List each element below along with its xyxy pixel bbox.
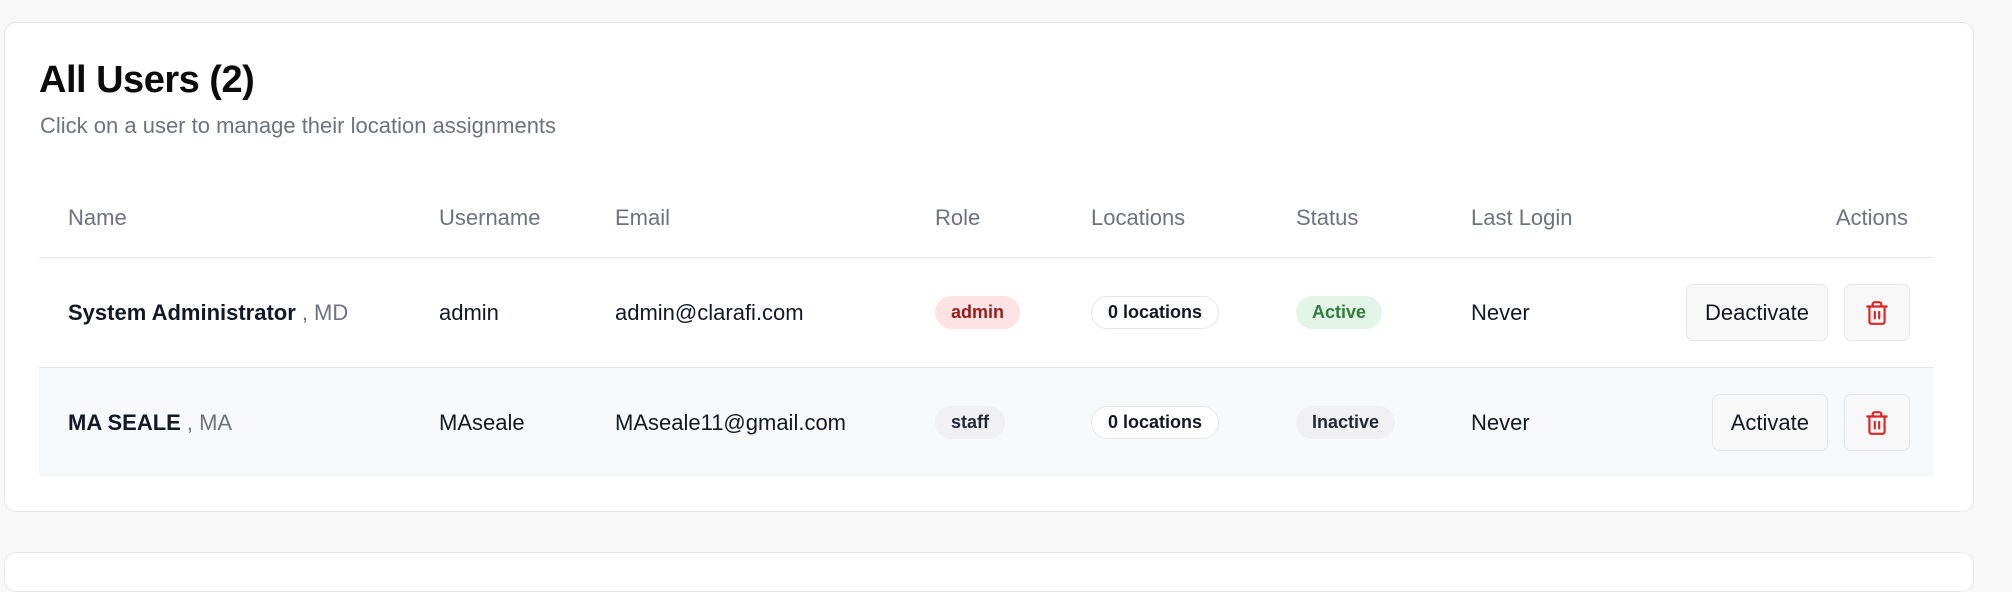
page-title: All Users (2)	[39, 59, 255, 101]
page-subtitle: Click on a user to manage their location…	[40, 113, 557, 138]
column-header-email: Email	[615, 205, 671, 230]
delete-user-button[interactable]	[1844, 394, 1910, 451]
role-badge: admin	[935, 296, 1021, 329]
trash-icon	[1866, 410, 1888, 435]
column-header-role: Role	[935, 205, 981, 230]
table-row[interactable]: System Administrator , MD admin admin@cl…	[39, 258, 1934, 368]
column-header-username: Username	[439, 205, 541, 230]
deactivate-button[interactable]: Deactivate	[1686, 284, 1828, 341]
locations-badge: 0 locations	[1091, 406, 1220, 439]
email-cell: admin@clarafi.com	[615, 299, 804, 325]
email-cell: MAseale11@gmail.com	[615, 409, 847, 435]
status-badge: Inactive	[1296, 406, 1396, 439]
last-login-cell: Never	[1471, 409, 1530, 435]
username-cell: MAseale	[439, 409, 525, 435]
locations-cell: 0 locations	[1091, 368, 1220, 477]
delete-user-button[interactable]	[1844, 284, 1910, 341]
user-name: MA SEALE	[68, 409, 181, 435]
role-cell: staff	[935, 368, 1006, 477]
user-name-cell: System Administrator , MD	[68, 258, 348, 367]
locations-cell: 0 locations	[1091, 258, 1220, 367]
column-header-actions: Actions	[1835, 205, 1908, 230]
locations-badge: 0 locations	[1091, 296, 1220, 329]
activate-button[interactable]: Activate	[1711, 394, 1828, 451]
column-header-locations: Locations	[1091, 205, 1186, 230]
role-cell: admin	[935, 258, 1021, 367]
user-name-cell: MA SEALE , MA	[68, 368, 232, 477]
user-credential: , MA	[186, 409, 233, 435]
status-badge: Active	[1296, 296, 1383, 329]
trash-icon	[1866, 300, 1888, 325]
column-header-status: Status	[1296, 205, 1359, 230]
user-credential: , MD	[301, 299, 349, 325]
last-login-cell: Never	[1471, 299, 1530, 325]
users-table: Name Username Email Role Locations Statu…	[39, 184, 1934, 477]
column-header-name: Name	[68, 205, 127, 230]
table-header: Name Username Email Role Locations Statu…	[39, 184, 1934, 258]
user-name: System Administrator	[68, 299, 296, 325]
table-row[interactable]: MA SEALE , MA MAseale MAseale11@gmail.co…	[39, 368, 1934, 477]
status-cell: Active	[1296, 258, 1383, 367]
column-header-last-login: Last Login	[1471, 205, 1573, 230]
username-cell: admin	[439, 299, 499, 325]
secondary-card	[4, 552, 1974, 592]
role-badge: staff	[935, 406, 1006, 439]
status-cell: Inactive	[1296, 368, 1396, 477]
